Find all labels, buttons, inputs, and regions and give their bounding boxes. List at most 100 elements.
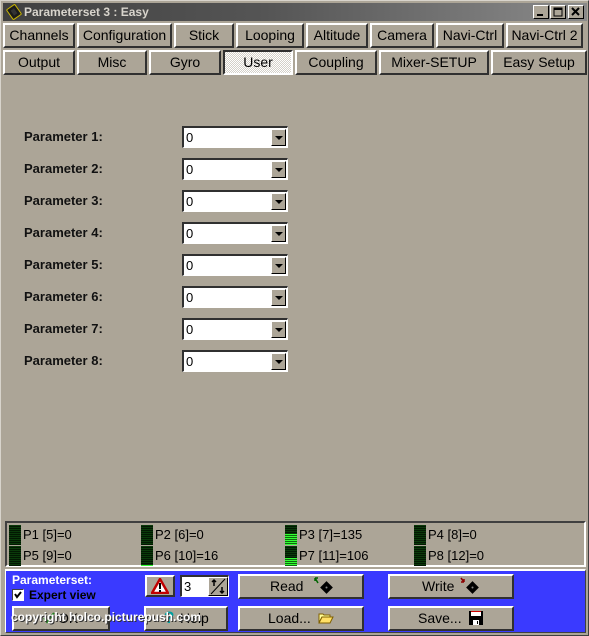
monitor-text: P2 [6]=0 [155,527,204,542]
parameter-row-4: Parameter 4: 0 [24,222,294,244]
bottom-toolbar: Parameterset: Expert view 3 Read Write O… [5,569,586,633]
close-icon [571,7,580,16]
parameter-label: Parameter 4: [24,225,103,240]
tab-output[interactable]: Output [3,50,75,75]
help-button[interactable]: ? Help [144,606,228,631]
parameter-row-1: Parameter 1: 0 [24,126,294,148]
level-meter [141,525,153,545]
tab-easy-setup[interactable]: Easy Setup [491,50,587,75]
load-button[interactable]: Load... [238,606,364,631]
window-title: Parameterset 3 : Easy [24,5,149,19]
tab-looping[interactable]: Looping [236,23,304,48]
tab-navi-ctrl-2[interactable]: Navi-Ctrl 2 [506,23,583,48]
read-from-device-icon [314,577,333,594]
dropdown-arrow-icon[interactable] [271,321,286,338]
combo-value: 0 [186,226,194,241]
warning-icon [151,578,169,594]
write-to-device-icon [460,577,479,594]
parameterset-value: 3 [184,579,192,594]
combo-value: 0 [186,194,194,209]
parameter-row-3: Parameter 3: 0 [24,190,294,212]
level-meter [9,546,21,566]
parameter-4-combo[interactable]: 0 [182,222,288,244]
dropdown-arrow-icon[interactable] [271,289,286,306]
save-label: Save... [418,610,462,626]
parameter-3-combo[interactable]: 0 [182,190,288,212]
tab-user[interactable]: User [223,50,293,75]
parameterset-window: Parameterset 3 : Easy Channels Configura… [0,0,589,636]
dropdown-arrow-icon[interactable] [271,225,286,242]
floppy-disk-save-icon [469,611,483,625]
parameter-label: Parameter 1: [24,129,103,144]
parameter-monitor-panel: P1 [5]=0 P2 [6]=0 P3 [7]=135 P4 [8]=0 P5… [5,521,586,567]
tab-navi-ctrl[interactable]: Navi-Ctrl [436,23,504,48]
spinner-arrows[interactable] [208,577,228,596]
maximize-icon [553,7,563,17]
minimize-button[interactable] [533,5,549,19]
load-label: Load... [268,610,311,626]
level-meter [285,525,297,545]
parameterset-label: Parameterset: [12,573,93,587]
level-meter [285,546,297,566]
tab-configuration[interactable]: Configuration [77,23,172,48]
tab-mixer-setup[interactable]: Mixer-SETUP [379,50,489,75]
tab-channels[interactable]: Channels [3,23,75,48]
level-meter-fill [141,565,153,566]
parameter-6-combo[interactable]: 0 [182,286,288,308]
checkmark-icon [14,591,22,599]
tab-coupling[interactable]: Coupling [295,50,377,75]
tabs-row-2: Output Misc Gyro User Coupling Mixer-SET… [3,50,589,75]
level-meter [414,525,426,545]
warning-button[interactable] [145,575,175,597]
expert-view-checkbox[interactable]: Expert view [12,588,96,602]
maximize-button[interactable] [550,5,566,19]
level-meter-fill [285,558,297,566]
ok-label: OK [58,610,79,626]
parameter-7-combo[interactable]: 0 [182,318,288,340]
tab-gyro[interactable]: Gyro [149,50,221,75]
dropdown-arrow-icon[interactable] [271,257,286,274]
parameterset-spinner[interactable]: 3 [180,575,229,597]
close-button[interactable] [568,5,584,19]
dropdown-arrow-icon[interactable] [271,193,286,210]
tab-camera[interactable]: Camera [370,23,434,48]
combo-value: 0 [186,258,194,273]
monitor-text: P8 [12]=0 [428,548,485,563]
tab-stick[interactable]: Stick [174,23,234,48]
title-bar[interactable]: Parameterset 3 : Easy [3,3,587,21]
parameter-2-combo[interactable]: 0 [182,158,288,180]
combo-value: 0 [186,322,194,337]
help-question-icon: ? [164,608,175,627]
write-button[interactable]: Write [388,574,514,599]
save-button[interactable]: Save... [388,606,514,631]
parameter-label: Parameter 7: [24,321,103,336]
parameter-1-combo[interactable]: 0 [182,126,288,148]
write-label: Write [422,578,455,594]
checkbox[interactable] [12,589,24,601]
app-icon [6,4,22,20]
read-button[interactable]: Read [238,574,364,599]
tab-misc[interactable]: Misc [77,50,147,75]
monitor-text: P7 [11]=106 [299,548,369,563]
tabs-row-1: Channels Configuration Stick Looping Alt… [3,23,585,48]
expert-view-label: Expert view [29,588,96,602]
tab-altitude[interactable]: Altitude [306,23,368,48]
dropdown-arrow-icon[interactable] [271,161,286,178]
help-label: Help [180,610,209,626]
combo-value: 0 [186,290,194,305]
monitor-text: P4 [8]=0 [428,527,477,542]
monitor-text: P3 [7]=135 [299,527,363,542]
dropdown-arrow-icon[interactable] [271,353,286,370]
monitor-text: P5 [9]=0 [23,548,72,563]
ok-button[interactable]: OK [12,606,110,631]
level-meter [9,525,21,545]
parameter-5-combo[interactable]: 0 [182,254,288,276]
parameter-label: Parameter 8: [24,353,103,368]
folder-open-icon [318,613,334,624]
parameter-8-combo[interactable]: 0 [182,350,288,372]
dropdown-arrow-icon[interactable] [271,129,286,146]
monitor-text: P6 [10]=16 [155,548,219,563]
combo-value: 0 [186,162,194,177]
parameter-row-6: Parameter 6: 0 [24,286,294,308]
read-label: Read [270,578,304,594]
